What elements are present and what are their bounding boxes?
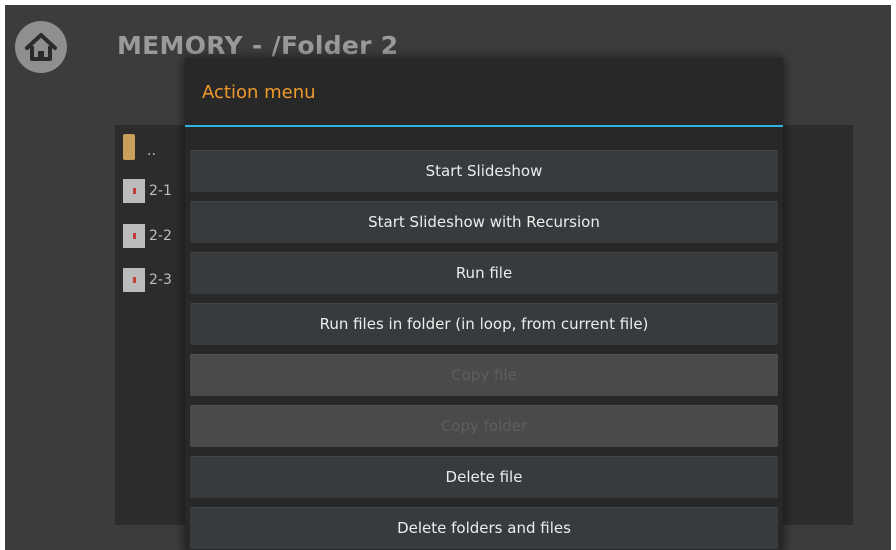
list-item-label: 2-2: [149, 228, 172, 244]
folder-icon: [123, 134, 135, 160]
delete-file-button[interactable]: Delete file: [190, 456, 778, 498]
dialog-title: Action menu: [202, 82, 316, 103]
run-files-in-folder-button[interactable]: Run files in folder (in loop, from curre…: [190, 303, 778, 345]
app-screen: MEMORY - /Folder 2 .. 2-1 2-2 2-3 Action…: [5, 5, 891, 550]
home-button[interactable]: [15, 21, 67, 73]
list-item[interactable]: 2-3: [123, 266, 172, 294]
list-item-label: 2-1: [149, 183, 172, 199]
copy-folder-button[interactable]: Copy folder: [190, 405, 778, 447]
dialog-divider: [185, 125, 783, 127]
start-slideshow-button[interactable]: Start Slideshow: [190, 150, 778, 192]
list-item[interactable]: 2-1: [123, 177, 172, 205]
copy-file-button[interactable]: Copy file: [190, 354, 778, 396]
start-slideshow-recursion-button[interactable]: Start Slideshow with Recursion: [190, 201, 778, 243]
file-icon: [123, 268, 145, 292]
delete-folders-and-files-button[interactable]: Delete folders and files: [190, 507, 778, 549]
list-item-label: 2-3: [149, 272, 172, 288]
run-file-button[interactable]: Run file: [190, 252, 778, 294]
file-icon: [123, 224, 145, 248]
list-item-parent-folder[interactable]: ..: [123, 133, 156, 161]
file-icon: [123, 179, 145, 203]
page-title: MEMORY - /Folder 2: [117, 31, 399, 60]
list-item-label: ..: [147, 143, 156, 159]
list-item[interactable]: 2-2: [123, 222, 172, 250]
home-icon: [25, 33, 57, 61]
action-menu-dialog: Action menu Start Slideshow Start Slides…: [185, 58, 783, 550]
